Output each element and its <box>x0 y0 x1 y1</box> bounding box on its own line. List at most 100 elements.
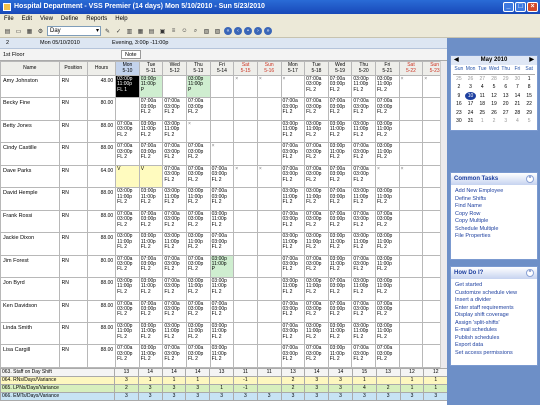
shift-cell[interactable]: 07:00a 03:00p FL 2 <box>138 254 164 279</box>
shift-cell[interactable]: 07:00a 03:00p FL 2 <box>209 299 235 323</box>
shift-cell[interactable]: 03:00p 11:00p FL 2 <box>138 321 164 346</box>
calendar-day[interactable]: 4 <box>512 117 524 126</box>
shift-cell[interactable] <box>398 344 424 368</box>
shift-cell[interactable]: 07:00a 03:00p FL 2 <box>280 142 306 166</box>
task-link[interactable]: Copy Row <box>451 211 537 219</box>
shift-cell[interactable]: 07:00a 03:00p FL 2 <box>280 164 306 189</box>
shift-cell[interactable]: 07:00a 03:00p FL 2 <box>280 321 306 346</box>
shift-cell[interactable] <box>233 209 258 234</box>
shift-cell[interactable]: 03:00p 11:00p FL 2 <box>280 232 306 256</box>
calendar-day[interactable]: 10 <box>464 91 477 100</box>
shift-cell[interactable]: 03:00p 11:00p FL 2 <box>351 232 377 256</box>
shift-cell[interactable]: 07:00a 03:00p FL 2 <box>304 209 329 234</box>
calendar-day[interactable]: 25 <box>453 75 465 84</box>
note-button[interactable]: Note <box>121 50 141 59</box>
today-icon[interactable]: • <box>244 27 252 35</box>
shift-cell[interactable]: 07:00a 03:00p FL 2 <box>115 142 140 166</box>
calendar-day[interactable]: 25 <box>476 109 488 118</box>
shift-cell[interactable]: 03:00p 11:00p FL 2 <box>351 74 377 99</box>
shift-cell[interactable]: V <box>115 164 140 189</box>
calendar-day[interactable]: 28 <box>488 75 500 84</box>
shift-cell[interactable]: 03:00p 11:00p FL 2 <box>375 254 400 279</box>
calendar-day[interactable]: 18 <box>476 100 488 109</box>
minimize-button[interactable]: _ <box>503 2 514 12</box>
employee-name[interactable]: Ken Davidson <box>0 299 60 323</box>
calendar-day[interactable]: 5 <box>523 117 535 126</box>
task-link[interactable]: Define Shifts <box>451 196 537 204</box>
shift-cell[interactable]: 07:00a 03:00p FL 2 <box>209 164 235 189</box>
calendar-day[interactable]: 17 <box>465 100 477 109</box>
shift-cell[interactable]: 07:00a 03:00p FL 2 <box>351 164 377 189</box>
help-link[interactable]: Assign 'split-shifts' <box>451 320 537 328</box>
col-day[interactable]: Thu 5-13 <box>186 61 211 76</box>
shift-cell[interactable] <box>398 119 424 144</box>
shift-cell[interactable]: 07:00a 03:00p FL 2 <box>280 254 306 279</box>
shift-cell[interactable] <box>209 74 235 99</box>
employee-name[interactable]: Dave Parks <box>0 164 60 189</box>
help-link[interactable]: Customize schedule view <box>451 290 537 298</box>
calendar-day[interactable]: 30 <box>512 75 524 84</box>
col-day[interactable]: Wed 5-19 <box>327 61 353 76</box>
grid-icon[interactable]: ▦ <box>136 27 145 36</box>
employee-name[interactable]: Amy Johnston <box>0 74 60 99</box>
calendar-day[interactable]: 6 <box>500 83 512 92</box>
shift-cell[interactable]: 07:00a 03:00p FL 2 <box>162 254 188 279</box>
col-day[interactable]: Sat 5-22 <box>398 61 424 76</box>
shift-cell[interactable]: 03:00p 11:00p FL 1 <box>115 74 140 99</box>
vertical-scrollbar[interactable] <box>440 61 447 368</box>
task-link[interactable]: File Properties <box>451 233 537 241</box>
shift-cell[interactable]: 03:00p 11:00p P <box>186 74 211 99</box>
shift-cell[interactable]: 03:00p 11:00p FL 2 <box>280 119 306 144</box>
shift-cell[interactable]: 03:00p 11:00p FL 2 <box>375 277 400 301</box>
task-link[interactable]: Copy Multiple <box>451 218 537 226</box>
menu-reports[interactable]: Reports <box>86 14 107 25</box>
people-icon[interactable]: ☺ <box>180 27 189 36</box>
shift-cell[interactable]: 07:00a 03:00p FL 2 <box>162 277 188 301</box>
col-day[interactable]: Tue 5-11 <box>138 61 164 76</box>
next-month-icon[interactable]: ▶ <box>529 56 534 65</box>
calendar-day[interactable]: 23 <box>453 109 465 118</box>
shift-cell[interactable]: 03:00p 11:00p FL 2 <box>115 232 140 256</box>
shift-cell[interactable] <box>398 321 424 346</box>
shift-cell[interactable]: 07:00a 03:00p FL 2 <box>138 142 164 166</box>
shift-cell[interactable]: × <box>256 74 282 99</box>
shift-cell[interactable]: 03:00p 11:00p FL 2 <box>115 187 140 211</box>
shift-cell[interactable]: 07:00a 03:00p FL 2 <box>186 254 211 279</box>
calendar-day[interactable]: 1 <box>523 75 535 84</box>
shift-cell[interactable]: 03:00p 11:00p FL 2 <box>327 321 353 346</box>
shift-cell[interactable] <box>162 74 188 99</box>
shift-cell[interactable]: 03:00p 11:00p FL 2 <box>327 119 353 144</box>
shift-cell[interactable]: × <box>375 164 400 189</box>
shift-cell[interactable]: 03:00p 11:00p FL 2 <box>304 277 329 301</box>
shift-cell[interactable] <box>256 97 282 121</box>
calendar-day[interactable]: 26 <box>488 109 500 118</box>
shift-cell[interactable]: 07:00a 03:00p FL 2 <box>280 209 306 234</box>
shift-cell[interactable]: 07:00a 03:00p FL 2 <box>138 209 164 234</box>
shift-cell[interactable] <box>398 187 424 211</box>
shift-cell[interactable]: 07:00a 03:00p FL 2 <box>209 187 235 211</box>
open-icon[interactable]: ▭ <box>14 27 23 36</box>
calendar-day[interactable]: 15 <box>523 92 535 101</box>
shift-cell[interactable]: 03:00p 11:00p FL 2 <box>304 187 329 211</box>
shift-cell[interactable]: × <box>186 119 211 144</box>
shift-cell[interactable]: 07:00a 03:00p FL 2 <box>115 209 140 234</box>
col-hours[interactable]: Hours <box>86 61 117 76</box>
shift-cell[interactable]: 07:00a 03:00p FL 2 <box>327 74 353 99</box>
shift-cell[interactable]: 07:00a 03:00p FL 2 <box>115 344 140 368</box>
shift-cell[interactable]: 07:00a 03:00p FL 2 <box>351 299 377 323</box>
shift-cell[interactable]: × <box>233 74 258 99</box>
calendar-day[interactable]: 5 <box>488 83 500 92</box>
shift-cell[interactable]: 03:00p 11:00p P <box>209 254 235 279</box>
shift-cell[interactable]: 03:00p 11:00p FL 2 <box>209 321 235 346</box>
shift-cell[interactable]: 07:00a 03:00p FL 2 <box>162 344 188 368</box>
employee-name[interactable]: Jon Byrd <box>0 277 60 301</box>
shift-cell[interactable]: 03:00p 11:00p FL 2 <box>351 187 377 211</box>
menu-define[interactable]: Define <box>61 14 78 25</box>
task-link[interactable]: Find Name <box>451 203 537 211</box>
shift-cell[interactable]: 07:00a 03:00p FL 2 <box>138 97 164 121</box>
close-button[interactable]: × <box>527 2 538 12</box>
calendar-day[interactable]: 7 <box>512 83 524 92</box>
shift-cell[interactable] <box>398 232 424 256</box>
shift-cell[interactable]: 07:00a 03:00p FL 2 <box>351 97 377 121</box>
task-link[interactable]: Add New Employee <box>451 188 537 196</box>
